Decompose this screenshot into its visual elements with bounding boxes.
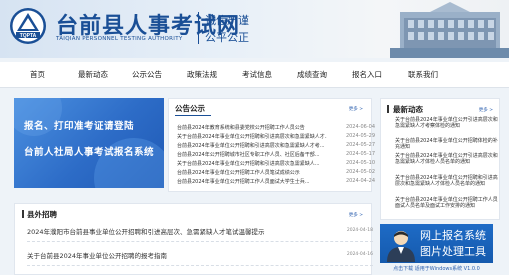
- photo-tool-download-banner[interactable]: 网上报名系统 图片处理工具: [380, 224, 493, 263]
- logo-text: TQPTA: [20, 33, 37, 39]
- external-recruit-panel: 县外招聘 更多 > 2024年濮阳市台前县事业单位公开招聘和引进高层次、急需紧缺…: [14, 203, 373, 275]
- news-title: 最新动态: [393, 105, 423, 114]
- user-avatar-icon: [387, 231, 415, 262]
- slogan-integrity: 诚信严谨: [205, 14, 249, 27]
- recruit-link[interactable]: 2024年濮阳市台前县事业单位公开招聘和引进高层次、急需紧缺人才笔试温馨提示: [27, 226, 265, 236]
- site-header: TQPTA 台前县人事考试网 TAIQIAN PERSONNEL TESTING…: [0, 0, 509, 58]
- notice-link[interactable]: 台前县2024年教育系统和县委党校公开招聘工作人员公告: [177, 124, 327, 131]
- nav-announcements[interactable]: 公示公告: [132, 62, 162, 88]
- notice-row: 台前县2024年事业单位公开招聘工作人员笔试成绩公示 2024-05-02: [177, 169, 375, 178]
- notice-row: 台前县2024年公开招聘城市社区专职工作人员、社区后备干部... 2024-05-…: [177, 151, 375, 160]
- news-item[interactable]: 关于台前县2024年事业单位公开引进高层次和急需紧缺人才考察体检的通知: [395, 117, 499, 129]
- notices-panel: 公告公示 更多 > 台前县2024年教育系统和县委党校公开招聘工作人员公告 202…: [168, 98, 375, 192]
- nav-exam-info[interactable]: 考试信息: [242, 62, 272, 88]
- notice-date: 2024-05-29: [345, 133, 375, 139]
- slogan-divider: [198, 12, 199, 44]
- banner-bg-shapes: [14, 98, 164, 188]
- notice-date: 2024-06-04: [345, 124, 375, 130]
- news-item[interactable]: 关于台前县2024年事业单位公开招聘体检的补充通知: [395, 138, 499, 150]
- notice-link[interactable]: 台前县2024年公开招聘城市社区专职工作人员、社区后备干部...: [177, 151, 327, 158]
- nav-contact[interactable]: 联系我们: [408, 62, 438, 88]
- notice-link[interactable]: 台前县2024年事业单位公开招聘和引进高层次和急需紧缺人才考...: [177, 142, 327, 149]
- site-subtitle: TAIQIAN PERSONNEL TESTING AUTHORITY: [56, 36, 183, 42]
- registration-banner[interactable]: 报名、打印准考证请登陆 台前人社局人事考试报名系统: [14, 98, 164, 188]
- recruit-date: 2024-04-16: [346, 252, 373, 257]
- notice-date: 2024-05-27: [345, 142, 375, 148]
- notice-row: 关于台前县2024年事业单位公开招聘和引进高层次和急需紧缺人才... 2024-0…: [177, 133, 375, 142]
- nav-registration[interactable]: 报名入口: [352, 62, 382, 88]
- notices-more-link[interactable]: 更多 >: [349, 106, 363, 112]
- notice-row: 台前县2024年事业单位公开招聘工作人员面试大学生士兵... 2024-04-24: [177, 178, 375, 187]
- nav-latest-news[interactable]: 最新动态: [78, 62, 108, 88]
- recruit-row: 关于台前县2024年事业单位公开招聘的报考指南 2024-04-16: [27, 244, 373, 266]
- notices-title: 公告公示: [175, 104, 205, 113]
- slogan-fairness: 公平公正: [205, 31, 249, 44]
- nav-home[interactable]: 首页: [30, 62, 45, 88]
- notice-row: 关于台前县2024年事业单位公开招聘和引进高层次急需紧缺人... 2024-05-…: [177, 160, 375, 169]
- news-item[interactable]: 关于台前县2024年事业单位公开招聘和引进高层次和急需紧缺人才体检人员名单的通知: [395, 175, 499, 187]
- notice-link[interactable]: 台前县2024年事业单位公开招聘工作人员面试大学生士兵...: [177, 178, 327, 185]
- main-nav: 首页 最新动态 公示公告 政策法规 考试信息 成绩查询 报名入口 联系我们: [0, 62, 509, 88]
- nav-policies[interactable]: 政策法规: [187, 62, 217, 88]
- ad-download-caption[interactable]: 点击下载 适用于Windows系统 V1.0.0: [380, 265, 493, 272]
- notice-date: 2024-05-10: [345, 160, 375, 166]
- recruit-row: 2024年濮阳市台前县事业单位公开招聘和引进高层次、急需紧缺人才笔试温馨提示 2…: [27, 220, 373, 242]
- recruit-title: 县外招聘: [27, 210, 57, 219]
- building-illustration: [390, 2, 509, 58]
- notice-row: 台前县2024年教育系统和县委党校公开招聘工作人员公告 2024-06-04: [177, 124, 375, 133]
- news-item[interactable]: 关于台前县2024年事业单位公开招聘工作人员面试人员名单及面试工作安排的通知: [395, 197, 499, 209]
- recruit-title-bar: [22, 210, 24, 218]
- ad-line-1: 网上报名系统: [420, 229, 486, 242]
- banner-line-2: 台前人社局人事考试报名系统: [24, 147, 155, 158]
- recruit-link[interactable]: 关于台前县2024年事业单位公开招聘的报考指南: [27, 250, 167, 260]
- notices-underline: [175, 115, 211, 116]
- notice-date: 2024-05-17: [345, 151, 375, 157]
- news-more-link[interactable]: 更多 >: [479, 107, 493, 113]
- recruit-more-link[interactable]: 更多 >: [349, 212, 363, 218]
- notice-link[interactable]: 关于台前县2024年事业单位公开招聘和引进高层次和急需紧缺人才...: [177, 133, 327, 140]
- latest-news-panel: 最新动态 更多 > 关于台前县2024年事业单位公开引进高层次和急需紧缺人才考察…: [380, 98, 500, 220]
- notice-row: 台前县2024年事业单位公开招聘和引进高层次和急需紧缺人才考... 2024-05…: [177, 142, 375, 151]
- banner-line-1: 报名、打印准考证请登陆: [24, 121, 135, 132]
- news-title-bar: [387, 105, 389, 113]
- news-item[interactable]: 关于台前县2024年事业单位公开引进高层次和急需紧缺人才体检人员名单的通知: [395, 153, 499, 165]
- notice-date: 2024-04-24: [345, 178, 375, 184]
- tqpta-logo[interactable]: TQPTA: [8, 6, 48, 46]
- nav-score-query[interactable]: 成绩查询: [297, 62, 327, 88]
- notice-date: 2024-05-02: [345, 169, 375, 175]
- notice-link[interactable]: 台前县2024年事业单位公开招聘工作人员笔试成绩公示: [177, 169, 327, 176]
- recruit-date: 2024-04-18: [346, 228, 373, 233]
- notice-link[interactable]: 关于台前县2024年事业单位公开招聘和引进高层次急需紧缺人...: [177, 160, 327, 167]
- ad-line-2: 图片处理工具: [420, 245, 486, 258]
